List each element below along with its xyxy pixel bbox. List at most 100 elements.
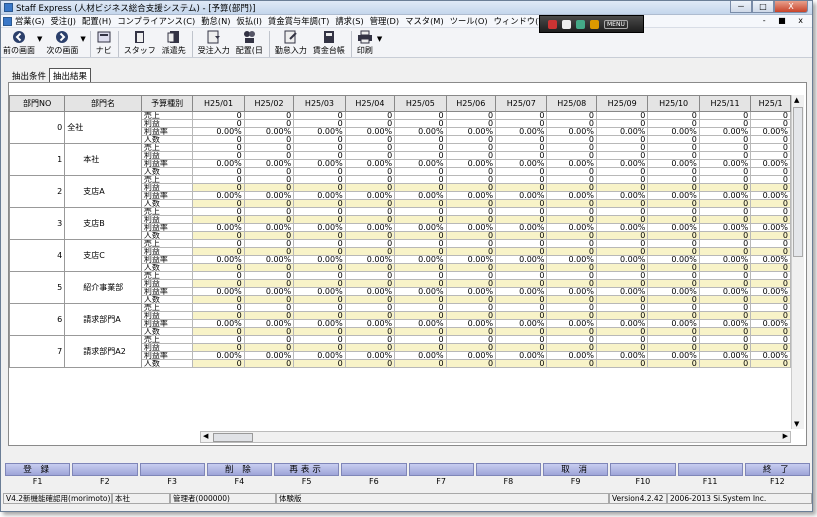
column-header[interactable]: H25/11 bbox=[698, 95, 752, 112]
budget-value-cell[interactable]: 0 bbox=[445, 359, 497, 368]
budget-value-cell[interactable]: 0 bbox=[495, 119, 548, 128]
budget-value-cell[interactable]: 0.00% bbox=[344, 351, 396, 360]
budget-value-cell[interactable]: 0 bbox=[595, 199, 649, 208]
budget-value-cell[interactable]: 0.00% bbox=[647, 159, 700, 168]
budget-value-cell[interactable]: 0 bbox=[750, 279, 791, 288]
column-header[interactable]: H25/04 bbox=[344, 95, 396, 112]
budget-value-cell[interactable]: 0 bbox=[698, 295, 752, 304]
budget-value-cell[interactable]: 0 bbox=[344, 271, 396, 280]
budget-value-cell[interactable]: 0 bbox=[647, 239, 700, 248]
budget-value-cell[interactable]: 0 bbox=[243, 279, 295, 288]
budget-value-cell[interactable]: 0 bbox=[192, 335, 245, 344]
budget-value-cell[interactable]: 0 bbox=[495, 359, 548, 368]
budget-value-cell[interactable]: 0.00% bbox=[495, 127, 548, 136]
budget-value-cell[interactable]: 0 bbox=[698, 239, 752, 248]
budget-value-cell[interactable]: 0 bbox=[344, 335, 396, 344]
budget-value-cell[interactable]: 0 bbox=[698, 151, 752, 160]
budget-value-cell[interactable]: 0.00% bbox=[344, 223, 396, 232]
budget-value-cell[interactable]: 0 bbox=[750, 167, 791, 176]
budget-value-cell[interactable]: 0 bbox=[595, 175, 649, 184]
budget-value-cell[interactable]: 0 bbox=[445, 119, 497, 128]
budget-value-cell[interactable]: 0 bbox=[495, 207, 548, 216]
budget-value-cell[interactable]: 0 bbox=[293, 263, 346, 272]
fkey-f8[interactable]: F8 bbox=[475, 463, 541, 489]
budget-value-cell[interactable]: 0 bbox=[394, 119, 447, 128]
budget-value-cell[interactable]: 0 bbox=[344, 199, 396, 208]
dept-no-cell[interactable]: 7 bbox=[9, 335, 66, 368]
budget-value-cell[interactable]: 0 bbox=[546, 359, 597, 368]
budget-value-cell[interactable]: 0.00% bbox=[243, 191, 295, 200]
budget-value-cell[interactable]: 0 bbox=[546, 167, 597, 176]
fkey-button[interactable] bbox=[610, 463, 676, 476]
budget-value-cell[interactable]: 0 bbox=[192, 183, 245, 192]
fkey-f2[interactable]: F2 bbox=[72, 463, 138, 489]
budget-value-cell[interactable]: 0 bbox=[243, 183, 295, 192]
budget-value-cell[interactable]: 0 bbox=[750, 295, 791, 304]
budget-value-cell[interactable]: 0 bbox=[394, 143, 447, 152]
budget-value-cell[interactable]: 0.00% bbox=[546, 255, 597, 264]
budget-value-cell[interactable]: 0 bbox=[344, 303, 396, 312]
budget-value-cell[interactable]: 0 bbox=[293, 343, 346, 352]
budget-value-cell[interactable]: 0 bbox=[394, 327, 447, 336]
dept-no-cell[interactable]: 6 bbox=[9, 303, 66, 336]
budget-value-cell[interactable]: 0.00% bbox=[243, 255, 295, 264]
assign-button[interactable]: 配置(日 bbox=[236, 29, 263, 56]
budget-value-cell[interactable]: 0 bbox=[495, 199, 548, 208]
budget-value-cell[interactable]: 0.00% bbox=[647, 319, 700, 328]
budget-value-cell[interactable]: 0 bbox=[647, 327, 700, 336]
budget-value-cell[interactable]: 0 bbox=[192, 111, 245, 120]
budget-value-cell[interactable]: 0 bbox=[192, 279, 245, 288]
budget-value-cell[interactable]: 0 bbox=[546, 335, 597, 344]
forward-dropdown-icon[interactable]: ▼ bbox=[80, 35, 85, 43]
budget-value-cell[interactable]: 0 bbox=[243, 215, 295, 224]
budget-value-cell[interactable]: 0.00% bbox=[595, 351, 649, 360]
budget-value-cell[interactable]: 0 bbox=[495, 183, 548, 192]
budget-value-cell[interactable]: 0 bbox=[192, 119, 245, 128]
budget-value-cell[interactable]: 0 bbox=[595, 143, 649, 152]
budget-value-cell[interactable]: 0.00% bbox=[546, 319, 597, 328]
budget-value-cell[interactable]: 0.00% bbox=[750, 255, 791, 264]
dept-name-cell[interactable]: 全社 bbox=[64, 111, 142, 144]
budget-value-cell[interactable]: 0 bbox=[293, 175, 346, 184]
budget-value-cell[interactable]: 0 bbox=[445, 167, 497, 176]
budget-value-cell[interactable]: 0.00% bbox=[750, 127, 791, 136]
budget-value-cell[interactable]: 0 bbox=[495, 143, 548, 152]
budget-value-cell[interactable]: 0.00% bbox=[647, 351, 700, 360]
budget-value-cell[interactable]: 0 bbox=[445, 207, 497, 216]
budget-value-cell[interactable]: 0.00% bbox=[698, 223, 752, 232]
budget-value-cell[interactable]: 0 bbox=[595, 215, 649, 224]
budget-value-cell[interactable]: 0 bbox=[243, 263, 295, 272]
budget-value-cell[interactable]: 0 bbox=[750, 119, 791, 128]
budget-value-cell[interactable]: 0 bbox=[647, 279, 700, 288]
budget-value-cell[interactable]: 0 bbox=[394, 335, 447, 344]
budget-value-cell[interactable]: 0 bbox=[344, 111, 396, 120]
budget-value-cell[interactable]: 0 bbox=[293, 295, 346, 304]
budget-value-cell[interactable]: 0.00% bbox=[495, 255, 548, 264]
horizontal-scrollbar[interactable]: ◀ ▶ bbox=[200, 431, 791, 443]
budget-value-cell[interactable]: 0 bbox=[344, 135, 396, 144]
scroll-right-icon[interactable]: ▶ bbox=[783, 432, 788, 440]
budget-value-cell[interactable]: 0 bbox=[344, 343, 396, 352]
menu-item[interactable]: 請求(S) bbox=[335, 15, 363, 27]
budget-value-cell[interactable]: 0 bbox=[192, 303, 245, 312]
budget-value-cell[interactable]: 0 bbox=[344, 183, 396, 192]
budget-value-cell[interactable]: 0 bbox=[698, 199, 752, 208]
budget-value-cell[interactable]: 0 bbox=[546, 303, 597, 312]
column-header[interactable]: H25/09 bbox=[595, 95, 649, 112]
budget-value-cell[interactable]: 0.00% bbox=[546, 191, 597, 200]
budget-value-cell[interactable]: 0 bbox=[192, 215, 245, 224]
budget-value-cell[interactable]: 0.00% bbox=[243, 287, 295, 296]
budget-value-cell[interactable]: 0 bbox=[647, 207, 700, 216]
budget-value-cell[interactable]: 0 bbox=[394, 247, 447, 256]
budget-value-cell[interactable]: 0 bbox=[192, 175, 245, 184]
budget-value-cell[interactable]: 0 bbox=[546, 183, 597, 192]
budget-value-cell[interactable]: 0 bbox=[445, 279, 497, 288]
table-row[interactable]: 7 請求部門A2 売上 0 0 0 0 0 0 0 0 0 0 0 0 bbox=[9, 335, 791, 368]
budget-value-cell[interactable]: 0 bbox=[647, 303, 700, 312]
budget-value-cell[interactable]: 0 bbox=[293, 231, 346, 240]
budget-value-cell[interactable]: 0 bbox=[750, 327, 791, 336]
budget-value-cell[interactable]: 0 bbox=[698, 311, 752, 320]
budget-value-cell[interactable]: 0 bbox=[647, 199, 700, 208]
budget-value-cell[interactable]: 0.00% bbox=[394, 255, 447, 264]
budget-value-cell[interactable]: 0.00% bbox=[344, 287, 396, 296]
